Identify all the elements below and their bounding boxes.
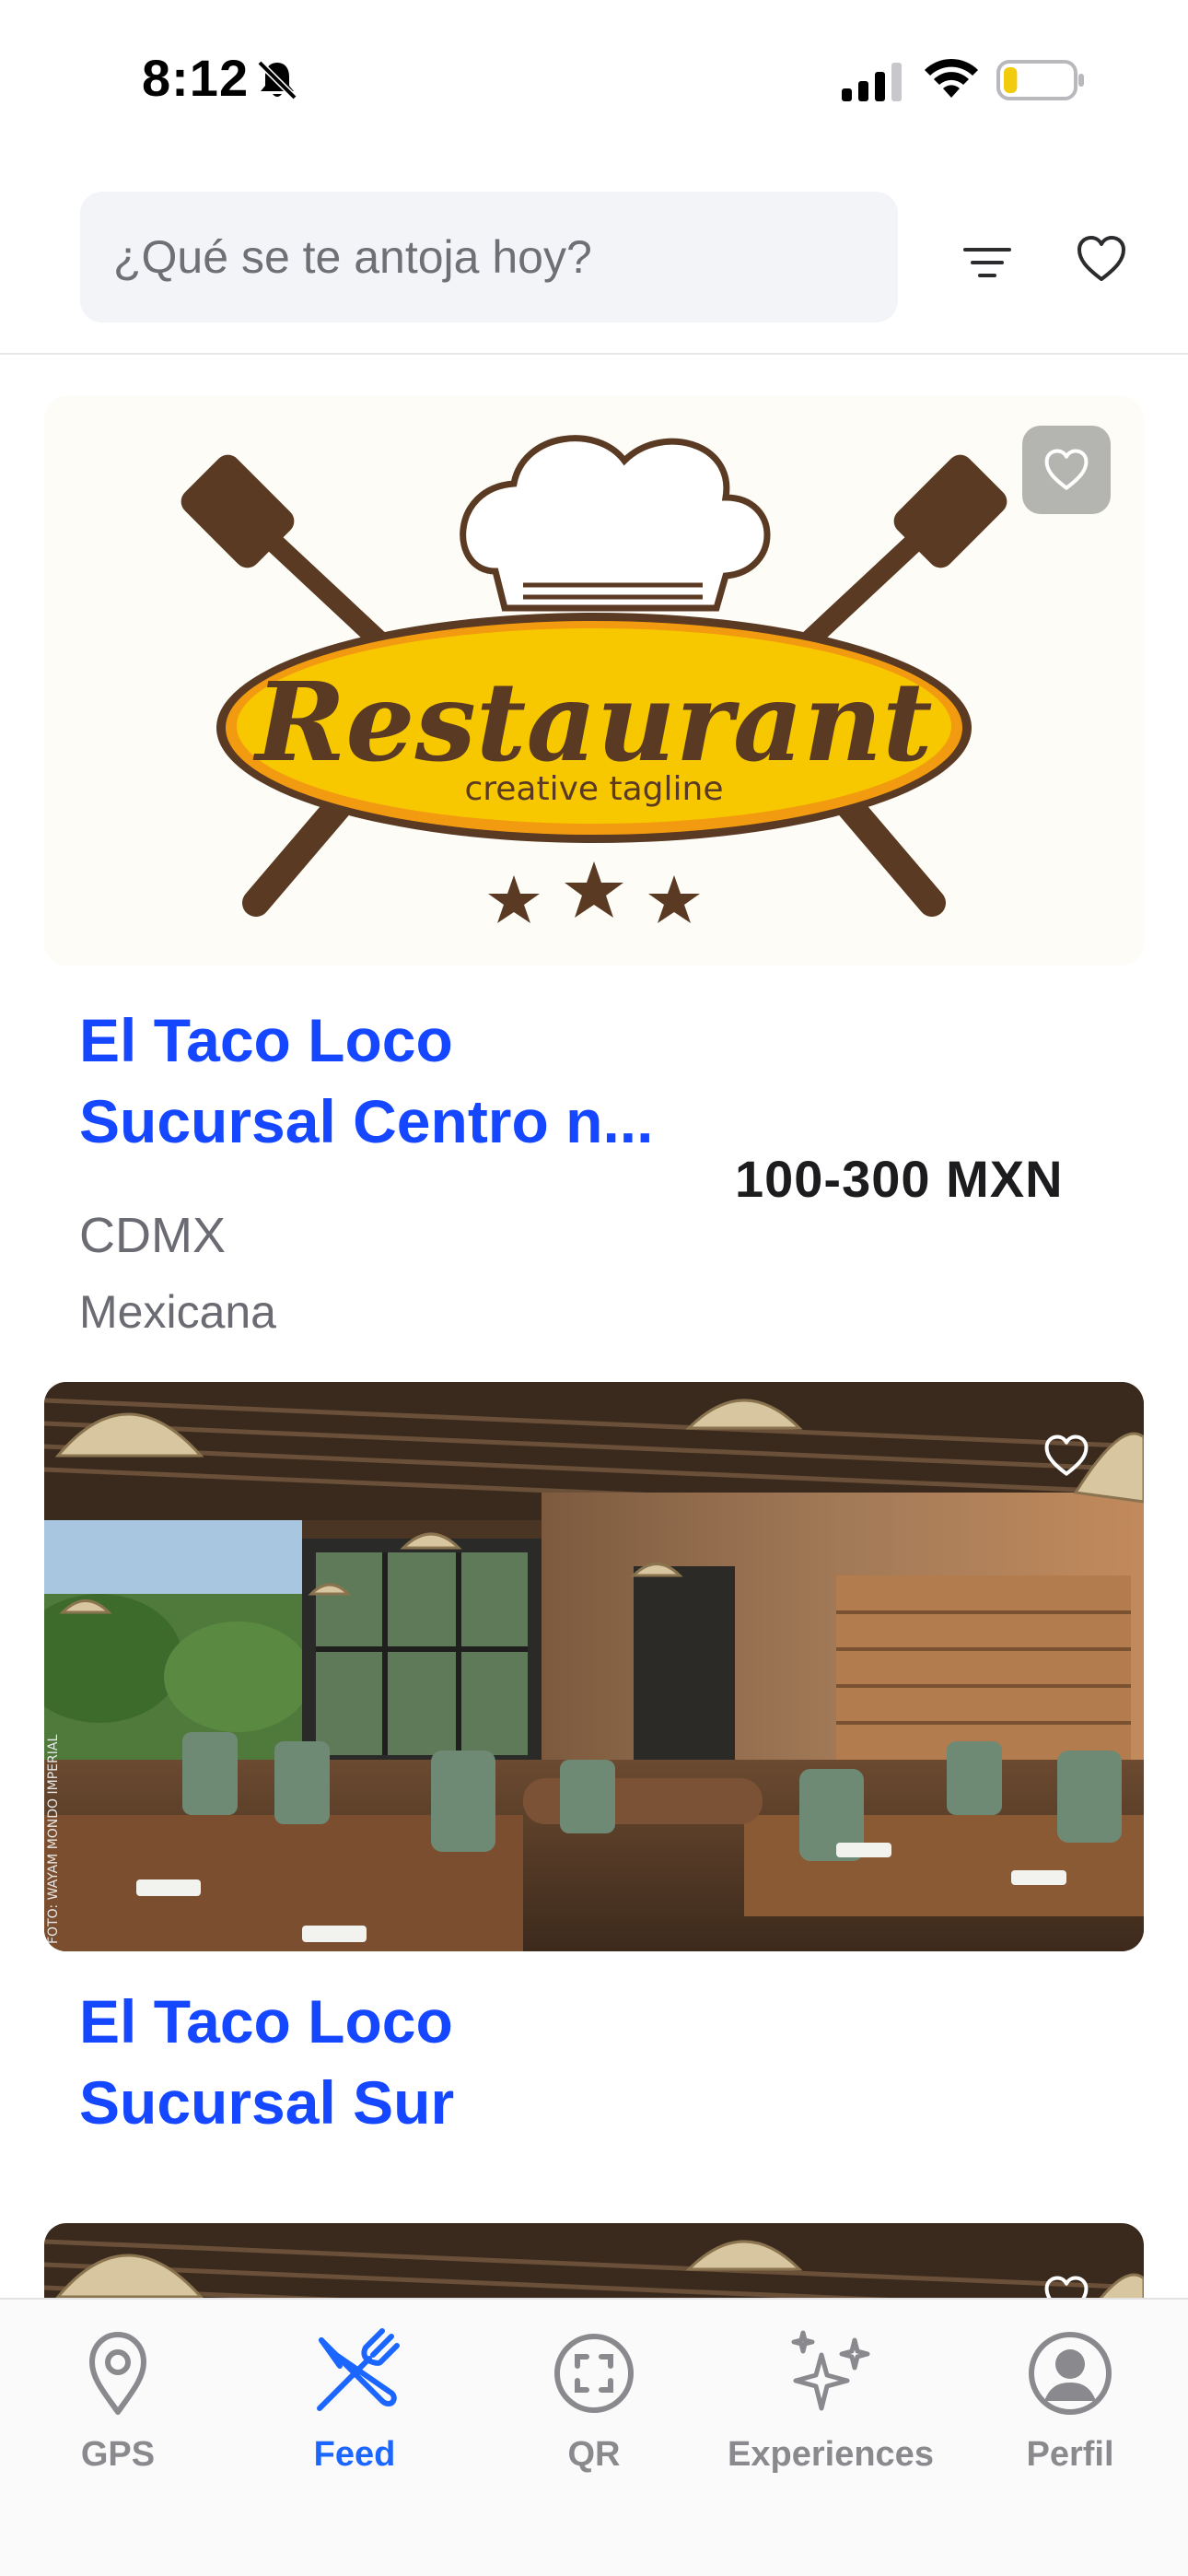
- photo-credit: FOTO: WAYAM MONDO IMPERIAL: [46, 1735, 61, 1944]
- location-pin-icon: [89, 2332, 146, 2415]
- restaurant-name-line2: Sucursal Centro n...: [79, 1087, 654, 1155]
- restaurant-card[interactable]: Restaurant creative tagline El Taco Loco…: [44, 396, 1144, 1338]
- filter-icon: [963, 248, 1011, 277]
- favorite-button[interactable]: [1022, 426, 1111, 514]
- restaurant-logo: Restaurant creative tagline: [181, 435, 1007, 923]
- search-header: ¿Qué se te antoja hoy?: [0, 161, 1188, 355]
- heart-icon: [1044, 2276, 1089, 2298]
- bell-slash-icon: [257, 60, 297, 100]
- restaurant-name[interactable]: El Taco Loco Sucursal Centro n...: [79, 1000, 653, 1162]
- logo-word: Restaurant: [252, 658, 932, 786]
- status-time: 8:12: [142, 49, 250, 107]
- tab-label: Experiences: [728, 2435, 934, 2474]
- restaurant-name-line1: El Taco Loco: [79, 1987, 453, 2055]
- logo-stars: [488, 861, 700, 923]
- restaurant-logo-image: Restaurant creative tagline: [44, 396, 1144, 966]
- restaurant-photo: [44, 2223, 1144, 2298]
- tab-feed[interactable]: Feed: [244, 2327, 465, 2475]
- chef-hat-icon: [460, 435, 771, 612]
- tab-label: Feed: [313, 2435, 396, 2474]
- restaurant-name[interactable]: El Taco Loco Sucursal Sur: [79, 1981, 454, 2143]
- bottom-tab-bar: GPS Feed QR Experiences Perfil: [0, 2298, 1188, 2576]
- profile-icon: [1029, 2332, 1112, 2415]
- battery-icon: [996, 60, 1084, 100]
- favorite-button[interactable]: [1022, 1411, 1111, 1500]
- sparkles-icon: [791, 2330, 870, 2411]
- qr-scan-icon: [554, 2334, 634, 2413]
- heart-icon[interactable]: [1074, 231, 1129, 287]
- restaurant-card[interactable]: [44, 2223, 1144, 2298]
- tab-label: Perfil: [1026, 2435, 1114, 2474]
- wifi-icon: [925, 58, 978, 98]
- restaurant-interior-photo: FOTO: WAYAM MONDO IMPERIAL: [44, 1382, 1144, 1951]
- tab-gps[interactable]: GPS: [7, 2327, 228, 2475]
- tab-qr[interactable]: QR: [483, 2327, 705, 2475]
- heart-icon: [1044, 449, 1089, 490]
- filter-button[interactable]: [958, 233, 1017, 292]
- logo-tagline: creative tagline: [464, 770, 723, 808]
- restaurant-feed[interactable]: Restaurant creative tagline El Taco Loco…: [0, 357, 1188, 2298]
- tab-label: QR: [567, 2435, 621, 2474]
- restaurant-cuisine: Mexicana: [79, 1286, 276, 1338]
- restaurant-city: CDMX: [79, 1208, 226, 1263]
- tab-label: GPS: [80, 2435, 156, 2474]
- restaurant-card[interactable]: FOTO: WAYAM MONDO IMPERIAL El Taco Loco …: [44, 1382, 1144, 2165]
- search-placeholder: ¿Qué se te antoja hoy?: [113, 231, 592, 283]
- signal-icon: [842, 63, 902, 101]
- status-bar: 8:12: [0, 0, 1188, 161]
- price-range: 100-300 MXN: [735, 1150, 1064, 1208]
- fork-knife-icon: [317, 2328, 400, 2411]
- restaurant-interior-photo: [44, 2223, 1144, 2298]
- heart-icon: [1044, 1434, 1089, 1476]
- tab-experiences[interactable]: Experiences: [720, 2327, 941, 2475]
- tab-profile[interactable]: Perfil: [960, 2327, 1181, 2475]
- search-input[interactable]: ¿Qué se te antoja hoy?: [80, 192, 898, 322]
- restaurant-photo: FOTO: WAYAM MONDO IMPERIAL: [44, 1382, 1144, 1951]
- restaurant-name-line2: Sucursal Sur: [79, 2068, 455, 2137]
- favorite-button[interactable]: [1022, 2253, 1111, 2298]
- restaurant-name-line1: El Taco Loco: [79, 1006, 453, 1074]
